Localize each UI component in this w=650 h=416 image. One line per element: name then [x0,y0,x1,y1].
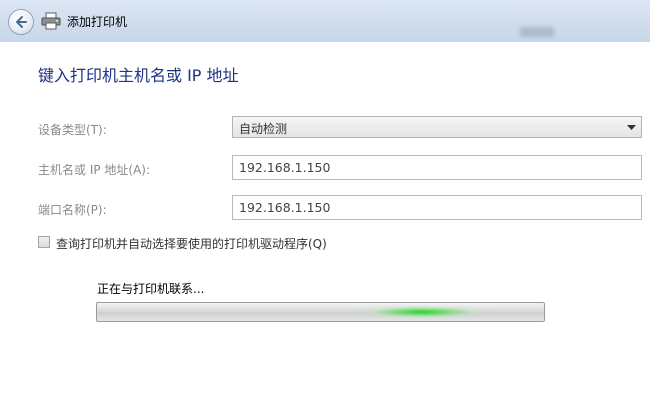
page-title: 键入打印机主机名或 IP 地址 [38,66,239,85]
printer-icon [41,12,61,30]
progress-marquee [352,305,492,319]
title-bar: 添加打印机 [0,0,650,42]
back-arrow-icon [16,16,27,28]
query-printer-checkbox-label[interactable]: 查询打印机并自动选择要使用的打印机驱动程序(Q) [56,235,327,252]
port-name-value: 192.168.1.150 [239,200,331,215]
window-title: 添加打印机 [67,15,128,29]
device-type-value: 自动检测 [239,122,288,136]
hostname-value: 192.168.1.150 [239,160,331,175]
query-printer-checkbox[interactable] [38,236,50,248]
blurred-decoration [520,27,554,37]
hostname-input[interactable]: 192.168.1.150 [232,155,642,180]
hostname-label: 主机名或 IP 地址(A): [38,163,151,177]
port-name-input[interactable]: 192.168.1.150 [232,195,642,220]
port-name-label: 端口名称(P): [38,203,107,217]
device-type-label: 设备类型(T): [38,123,107,137]
device-type-select[interactable]: 自动检测 [232,116,642,138]
chevron-down-icon [627,125,636,130]
back-button[interactable] [8,9,34,35]
progress-bar [96,302,545,322]
status-text: 正在与打印机联系... [97,282,205,296]
